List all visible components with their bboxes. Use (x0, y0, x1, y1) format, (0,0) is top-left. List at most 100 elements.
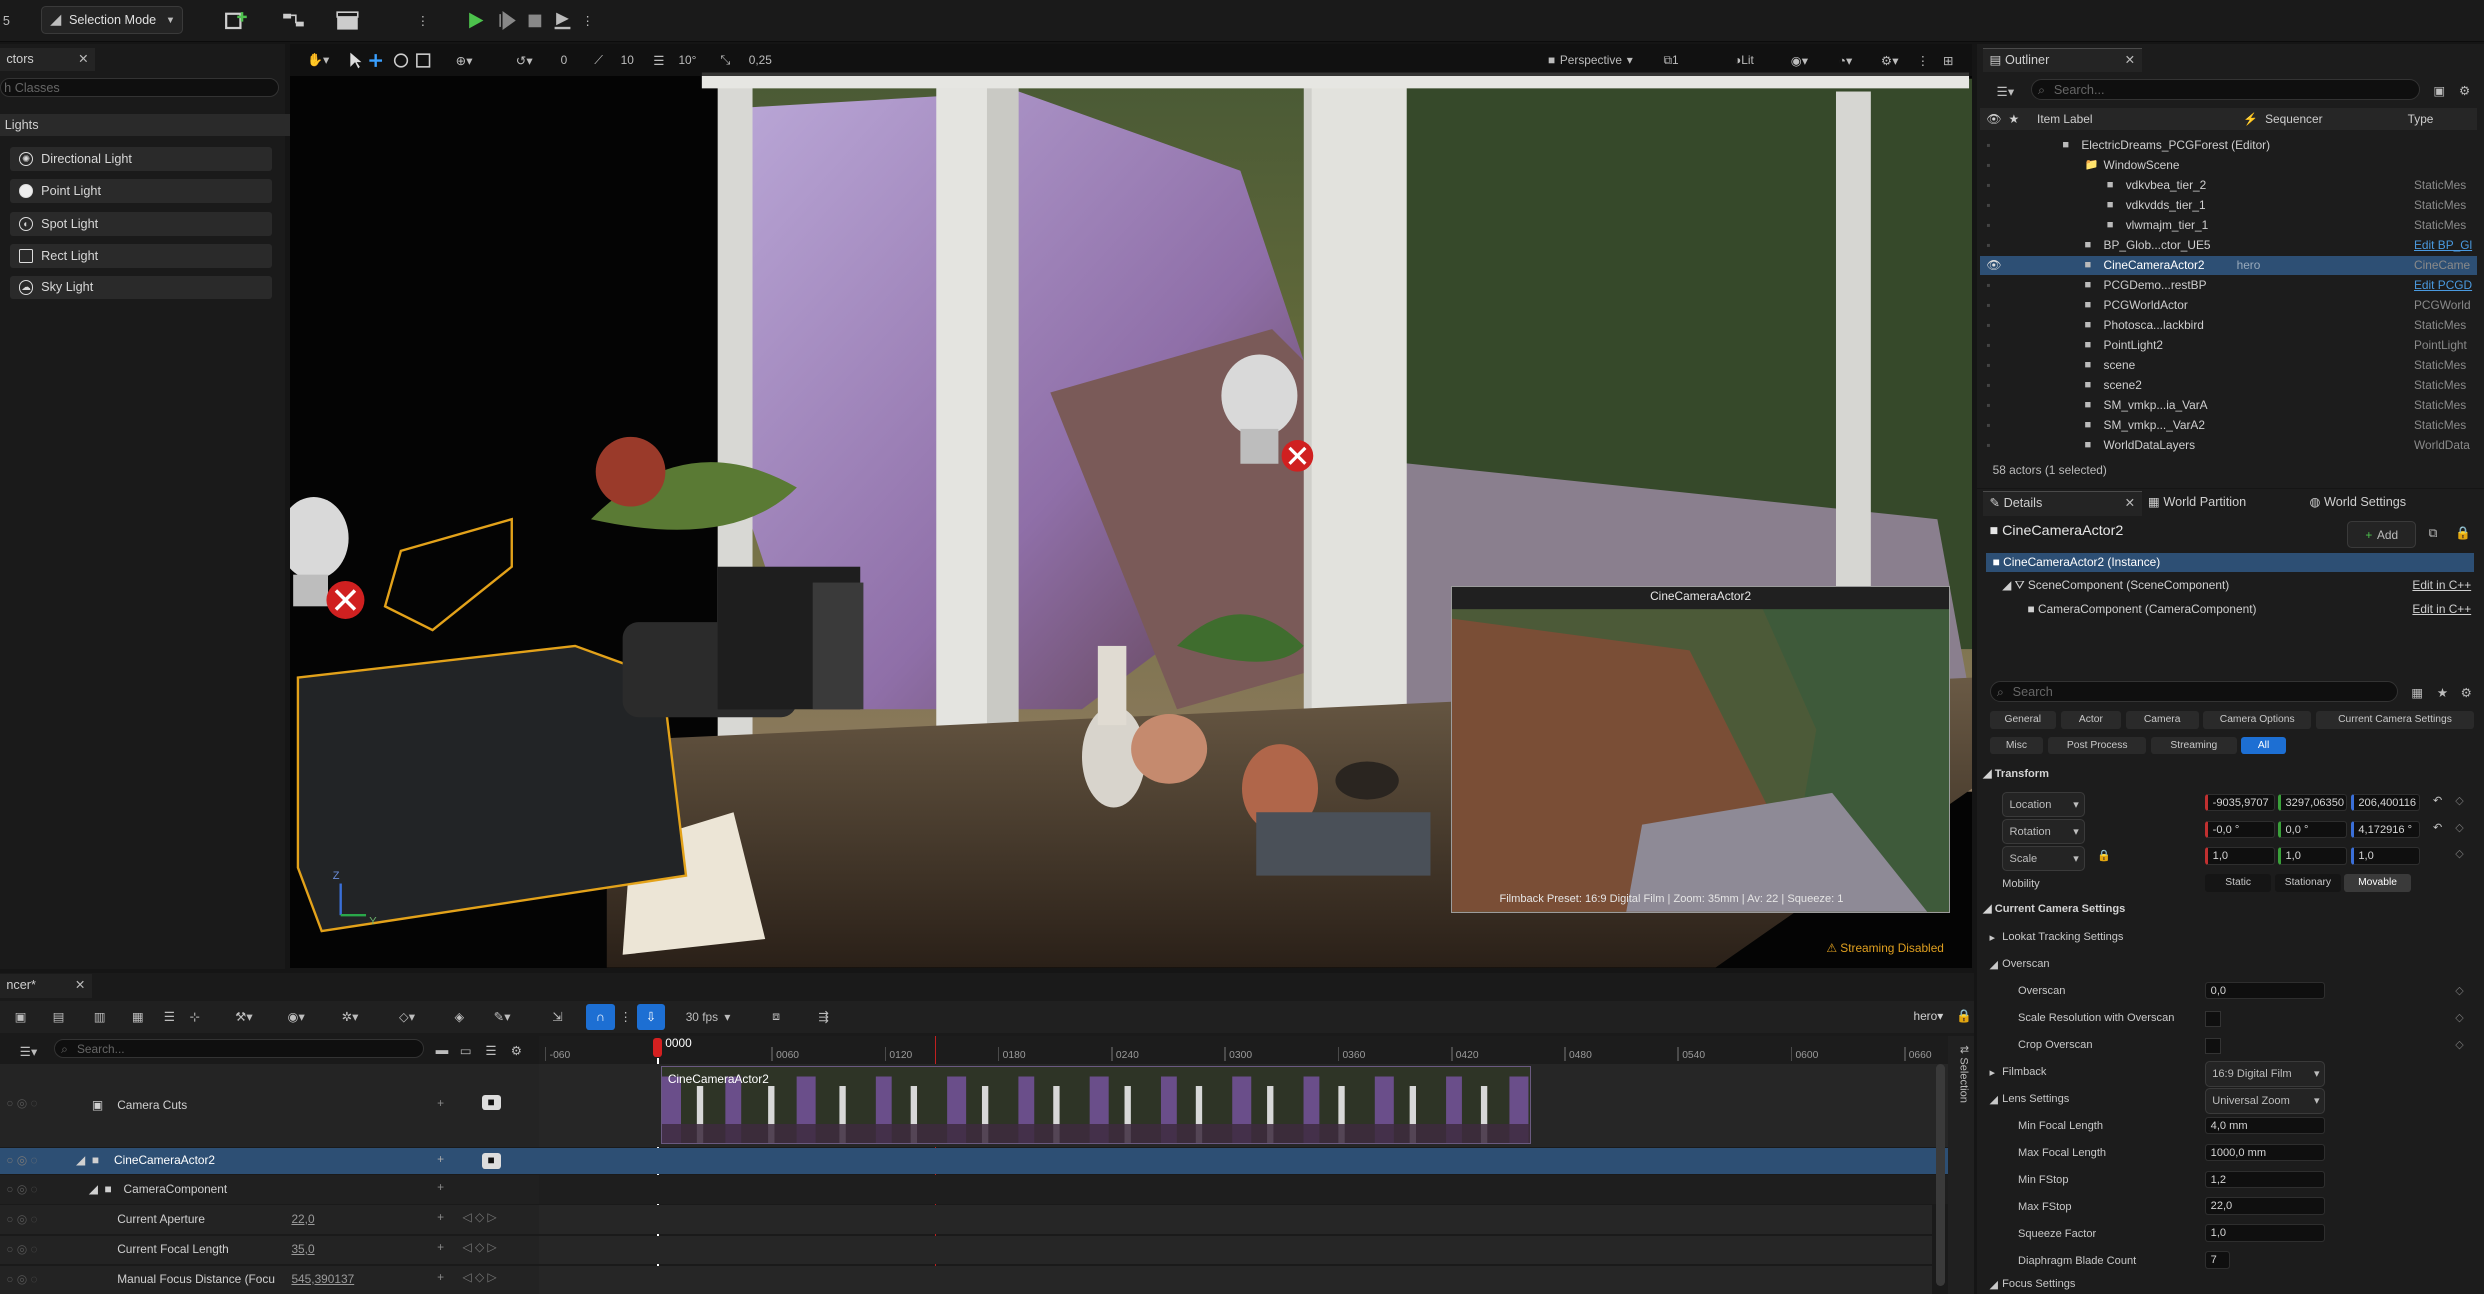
keyframe-icon[interactable]: ◇ (2455, 794, 2464, 807)
details-tab[interactable]: ✎ Details ✕ (1983, 491, 2142, 516)
add-track-icon[interactable]: + (437, 1152, 444, 1166)
outliner-row[interactable]: ▪ 📁 WindowScene (1980, 156, 2477, 175)
playback-options-dropdown[interactable]: ✲▾ (329, 1004, 370, 1029)
playrange-icon[interactable]: ⧈ (763, 1004, 788, 1029)
visibility-toggle-icon[interactable]: ▪ (1986, 396, 1990, 415)
outliner-row[interactable]: 👁 ■ CineCameraActor2 hero CineCame (1980, 255, 2478, 275)
visibility-toggle-icon[interactable]: ▪ (1986, 156, 1990, 175)
focal-length-value[interactable]: 35,0 (291, 1242, 314, 1256)
filter-camera[interactable]: Camera (2125, 711, 2199, 729)
sequencer-scrollbar[interactable] (1935, 1064, 1946, 1287)
visibility-toggle-icon[interactable]: ▪ (1986, 436, 1990, 455)
outliner-row[interactable]: ▪ ■ vdkvdds_tier_1 StaticMes (1980, 196, 2477, 215)
filter-all[interactable]: All (2241, 736, 2286, 754)
category-lights[interactable]: Lights (0, 114, 290, 137)
visibility-toggle-icon[interactable]: ▪ (1986, 216, 1990, 235)
grid-view-icon[interactable]: ▦ (2408, 680, 2427, 705)
view-mode-dropdown[interactable]: ◑ Lit (1719, 48, 1770, 73)
camera-cuts-track[interactable]: ○ ◎ ◌ ▣ Camera Cuts + ■ (0, 1064, 539, 1147)
gear-icon[interactable]: ⚙ (2455, 78, 2474, 103)
world-settings-tab[interactable]: ◍ World Settings (2309, 494, 2406, 509)
component-instance[interactable]: ■ CineCameraActor2 (Instance) (1986, 552, 2475, 572)
star-icon[interactable]: ★ (2433, 680, 2452, 705)
perspective-dropdown[interactable]: ■ Perspective ▾ (1532, 48, 1649, 73)
mobility-static[interactable]: Static (2204, 874, 2272, 892)
outliner-row[interactable]: ▪ ■ scene2 StaticMes (1980, 376, 2477, 395)
add-track-icon[interactable]: + (437, 1180, 444, 1194)
sequencer-search-input[interactable]: ⌕ Search... (53, 1039, 425, 1059)
add-key-icon[interactable]: + (437, 1240, 444, 1254)
lock-icon[interactable]: 🔒 (2097, 849, 2111, 862)
tools-dropdown[interactable]: ⚒▾ (225, 1004, 263, 1029)
tree-icon[interactable]: ⊹ (184, 1004, 206, 1029)
surface-snap-toggle[interactable]: ↺▾ (508, 48, 540, 73)
filmback-dropdown[interactable]: 16:9 Digital Film ▾ (2204, 1061, 2326, 1087)
track-toggles[interactable]: ○ ◎ ◌ (6, 1096, 37, 1110)
focus-distance-value[interactable]: 545,390137 (291, 1272, 354, 1286)
track-toggles[interactable]: ○ ◎ ◌ (6, 1212, 37, 1226)
camera-component[interactable]: ■ CameraComponent (CameraComponent) (2028, 602, 2257, 616)
stop-button[interactable] (524, 8, 546, 33)
outliner-row[interactable]: ▪ ■ WorldDataLayers WorldData (1980, 436, 2477, 455)
scale-res-checkbox[interactable] (2204, 1010, 2222, 1027)
keyframe-icon[interactable]: ◇ (2455, 847, 2464, 860)
rotation-dropdown[interactable]: Rotation ▾ (2002, 818, 2085, 845)
close-icon[interactable]: ✕ (75, 974, 86, 998)
cine-camera-track[interactable]: ○ ◎ ◌ ◢ ■ CineCameraActor2 + ■ (0, 1148, 539, 1174)
lock-icon[interactable]: 🔒 (2452, 521, 2474, 546)
overscan-input[interactable]: 0,0 (2204, 982, 2326, 1000)
snap-toggle[interactable]: ∩ (586, 1004, 615, 1030)
directional-light-item[interactable]: ✺ Directional Light (9, 147, 273, 172)
more-options-icon[interactable]: ⋮ (415, 8, 431, 33)
col-item-label[interactable]: Item Label (2037, 108, 2092, 130)
close-icon[interactable]: ✕ (78, 48, 89, 72)
add-key-icon[interactable]: + (437, 1096, 444, 1110)
add-content-button[interactable] (219, 8, 257, 33)
play-button[interactable] (463, 8, 488, 33)
gear-icon[interactable]: ⚙ (2457, 680, 2476, 705)
gear-icon[interactable]: ⚙ (508, 1038, 524, 1063)
step-button[interactable] (494, 8, 519, 33)
location-y-input[interactable]: 3297,06350 (2277, 793, 2348, 811)
save-as-icon[interactable]: ▤ (48, 1004, 70, 1029)
rotation-snap-value[interactable]: 0 (546, 48, 581, 73)
overscan-section[interactable]: ◢ Overscan (1983, 952, 2477, 977)
outliner-row[interactable]: ▪ ■ Photosca...lackbird StaticMes (1980, 316, 2477, 335)
cinematics-button[interactable] (329, 8, 370, 33)
col-sequencer[interactable]: Sequencer (2265, 108, 2322, 130)
min-fstop-input[interactable]: 1,2 (2204, 1170, 2326, 1188)
class-search-input[interactable]: h Classes (0, 77, 279, 97)
blade-count-input[interactable]: 7 (2204, 1251, 2231, 1269)
selection-label[interactable]: ⇅ Selection (1951, 1045, 1970, 1103)
scene-component[interactable]: ◢ ⛛ SceneComponent (SceneComponent) (2002, 578, 2229, 593)
outliner-row[interactable]: ▪ ■ vdkvbea_tier_2 StaticMes (1980, 176, 2477, 195)
point-light-item[interactable]: Point Light (9, 178, 273, 203)
outliner-row[interactable]: ▪ ■ PCGWorldActor PCGWorld (1980, 296, 2477, 315)
visibility-toggle-icon[interactable]: ▪ (1986, 276, 1990, 295)
edit-cpp-link-1[interactable]: Edit in C++ (2412, 578, 2471, 592)
grid-snap-icon[interactable]: ⟋ (588, 48, 610, 73)
playhead-handle[interactable] (652, 1037, 663, 1057)
filter-post-process[interactable]: Post Process (2048, 736, 2147, 754)
outliner-row[interactable]: ▪ ■ PCGDemo...restBP Edit PCGD (1980, 276, 2477, 295)
edit-cpp-link-2[interactable]: Edit in C++ (2412, 602, 2471, 616)
grid-snap-value[interactable]: 10 (610, 48, 645, 73)
lookat-row[interactable]: ▸ Lookat Tracking Settings (1983, 925, 2477, 950)
camera-component-track[interactable]: ○ ◎ ◌ ◢ ■ CameraComponent + (0, 1175, 539, 1204)
add-folder-icon[interactable]: ▣ (2430, 78, 2449, 103)
location-x-input[interactable]: -9035,9707 (2204, 793, 2275, 811)
outliner-search-input[interactable]: ⌕ Search... (2030, 79, 2421, 100)
fps-dropdown[interactable]: 30 fps ▾ (675, 1004, 742, 1029)
reset-icon[interactable]: ↶ (2433, 821, 2442, 834)
filter-camera-options[interactable]: Camera Options (2203, 711, 2312, 729)
key-interp-icon[interactable]: ◈ (447, 1004, 472, 1029)
outliner-row[interactable]: ▪ ■ SM_vmkp..._VarA2 StaticMes (1980, 416, 2477, 435)
filter-misc[interactable]: Misc (1989, 736, 2044, 754)
keyframe-nav-icons[interactable]: ◁ ◇ ▷ (463, 1240, 497, 1254)
clapperboard-icon[interactable]: ▦ (127, 1004, 149, 1029)
viewport-options-button[interactable]: ✋▾ (299, 48, 337, 73)
outliner-row[interactable]: ▪ ■ ElectricDreams_PCGForest (Editor) (1980, 136, 2477, 155)
visibility-toggle-icon[interactable]: ▪ (1986, 196, 1990, 215)
level-viewport[interactable]: Y Z ✋▾ ⊕▾ ↺▾ 0 ⟋ 10 ☰ 10° ⤡ 0,25 ■ Persp… (289, 44, 1973, 968)
details-search-input[interactable]: ⌕ Search (1989, 681, 2399, 702)
